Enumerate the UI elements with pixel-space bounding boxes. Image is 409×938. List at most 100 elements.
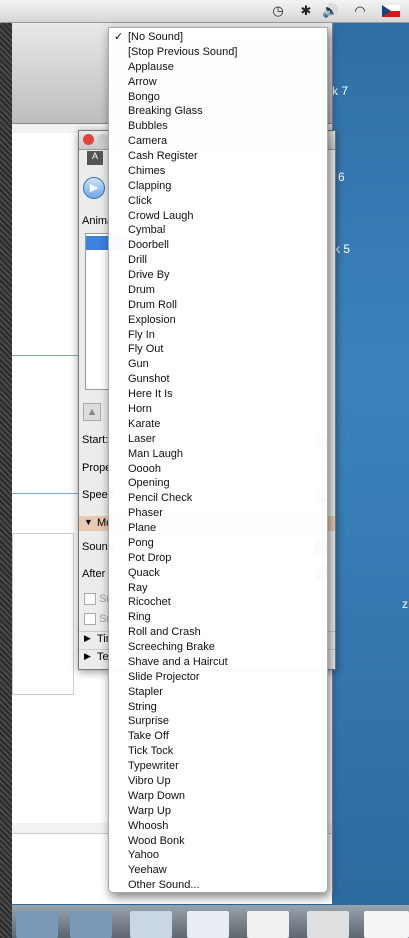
menu-item[interactable]: Camera <box>109 134 327 149</box>
menu-item-label: Man Laugh <box>128 447 184 460</box>
menu-item-label: Cymbal <box>128 224 166 237</box>
time-machine-icon[interactable]: ◷ <box>270 3 286 19</box>
menu-item[interactable]: Crowd Laugh <box>109 209 327 224</box>
menu-item[interactable]: Take Off <box>109 729 327 744</box>
menu-item[interactable]: Bongo <box>109 90 327 105</box>
menu-item-label: Horn <box>128 403 152 415</box>
menu-item[interactable]: Ooooh <box>109 462 327 477</box>
menu-item[interactable]: Screeching Brake <box>109 640 327 655</box>
menu-item[interactable]: Breaking Glass <box>109 104 327 119</box>
menu-item-label: Plane <box>128 522 157 535</box>
menu-item[interactable]: Click <box>109 194 327 209</box>
menu-item[interactable]: Applause <box>109 60 327 75</box>
window-thumbnail-icon[interactable] <box>364 911 409 938</box>
text-icon[interactable]: A <box>87 151 103 165</box>
minimize-icon[interactable] <box>97 134 108 145</box>
menu-item[interactable]: Gunshot <box>109 372 327 387</box>
menu-item-label: Chimes <box>128 164 166 177</box>
menu-item[interactable]: Quack <box>109 566 327 581</box>
menu-item[interactable]: Explosion <box>109 313 327 328</box>
menu-item[interactable]: Slide Projector <box>109 670 327 685</box>
menu-item[interactable]: Opening <box>109 476 327 491</box>
menu-item[interactable]: Here It Is <box>109 387 327 402</box>
window-thumbnail-icon[interactable] <box>247 911 289 938</box>
menu-item-label: Pot Drop <box>128 551 172 564</box>
menu-item[interactable]: Bubbles <box>109 119 327 134</box>
bluetooth-icon[interactable]: ✱ <box>298 3 314 19</box>
menu-item-label: Click <box>128 194 152 207</box>
menu-item[interactable]: Ring <box>109 610 327 625</box>
menu-item[interactable]: Other Sound... <box>109 878 327 893</box>
menu-item[interactable]: Typewriter <box>109 759 327 774</box>
menu-item-label: Roll and Crash <box>128 626 201 639</box>
menu-item[interactable]: Cash Register <box>109 149 327 164</box>
folder-icon[interactable] <box>16 911 58 938</box>
window-thumbnail-icon[interactable] <box>307 911 349 938</box>
volume-icon[interactable]: 🔊 <box>322 3 338 19</box>
menu-item[interactable]: Warp Up <box>109 804 327 819</box>
menu-item[interactable]: Yahoo <box>109 848 327 863</box>
menu-item-label: Screeching Brake <box>128 641 215 654</box>
menu-item[interactable]: Whoosh <box>109 819 327 834</box>
menu-item-label: Breaking Glass <box>128 105 203 118</box>
menu-item-label: Yahoo <box>128 849 159 862</box>
menu-item[interactable]: Wood Bonk <box>109 834 327 849</box>
menu-item[interactable]: Roll and Crash <box>109 625 327 640</box>
placeholder-box[interactable] <box>12 533 74 695</box>
menu-item[interactable]: Drill <box>109 253 327 268</box>
menu-item[interactable]: Ricochet <box>109 595 327 610</box>
menu-item-label: Gun <box>128 358 149 371</box>
menu-item[interactable]: Pencil Check <box>109 491 327 506</box>
flag-czech-icon[interactable] <box>382 5 400 17</box>
menu-item-label: Opening <box>128 477 170 490</box>
menu-item[interactable]: Yeehaw <box>109 863 327 878</box>
menu-item[interactable]: Phaser <box>109 506 327 521</box>
menu-item[interactable]: Karate <box>109 417 327 432</box>
menu-item[interactable]: Chimes <box>109 164 327 179</box>
menu-item-label: [No Sound] <box>128 31 184 43</box>
menu-item[interactable]: Drum <box>109 283 327 298</box>
menu-item[interactable]: Arrow <box>109 75 327 90</box>
menu-item[interactable]: Cymbal <box>109 223 327 238</box>
menu-item[interactable]: [Stop Previous Sound] <box>109 45 327 60</box>
menu-item[interactable]: Fly In <box>109 328 327 343</box>
menu-item-label: Surprise <box>128 715 169 728</box>
move-up-icon[interactable]: ▲ <box>83 403 101 421</box>
menu-item[interactable]: Doorbell <box>109 238 327 253</box>
menu-item[interactable]: Stapler <box>109 685 327 700</box>
menu-item-label: Yeehaw <box>128 864 167 877</box>
menu-item[interactable]: Ray <box>109 581 327 596</box>
menu-item[interactable]: Horn <box>109 402 327 417</box>
checkbox[interactable] <box>84 613 96 625</box>
menu-item-label: Tick Tock <box>128 745 174 758</box>
menu-item-label: Here It Is <box>128 388 173 401</box>
menu-item[interactable]: Drum Roll <box>109 298 327 313</box>
menu-item[interactable]: Vibro Up <box>109 774 327 789</box>
menu-item[interactable]: Laser <box>109 432 327 447</box>
menu-item[interactable]: Tick Tock <box>109 744 327 759</box>
menu-item-label: Ricochet <box>128 596 171 609</box>
menu-item-label: Phaser <box>128 507 163 520</box>
menu-item[interactable]: Fly Out <box>109 342 327 357</box>
window-thumbnail-icon[interactable] <box>187 911 229 938</box>
play-icon[interactable]: ▶ <box>83 177 105 199</box>
menu-item[interactable]: Drive By <box>109 268 327 283</box>
menu-item[interactable]: Pong <box>109 536 327 551</box>
menu-item[interactable]: String <box>109 700 327 715</box>
folder-icon[interactable] <box>70 911 112 938</box>
menu-item[interactable]: Shave and a Haircut <box>109 655 327 670</box>
close-icon[interactable] <box>83 134 94 145</box>
wifi-icon[interactable]: ◠ <box>352 3 368 19</box>
menu-item[interactable]: Plane <box>109 521 327 536</box>
menu-item-label: Typewriter <box>128 760 179 773</box>
checkbox[interactable] <box>84 593 96 605</box>
menu-item[interactable]: Surprise <box>109 714 327 729</box>
document-icon[interactable] <box>130 911 172 938</box>
menu-item[interactable]: Pot Drop <box>109 551 327 566</box>
menu-item[interactable]: Man Laugh <box>109 447 327 462</box>
menu-item[interactable]: Warp Down <box>109 789 327 804</box>
menu-item[interactable]: Gun <box>109 357 327 372</box>
menu-item[interactable]: ✓ [No Sound] <box>109 30 327 45</box>
menu-item-label: Ooooh <box>128 462 162 475</box>
menu-item[interactable]: Clapping <box>109 179 327 194</box>
